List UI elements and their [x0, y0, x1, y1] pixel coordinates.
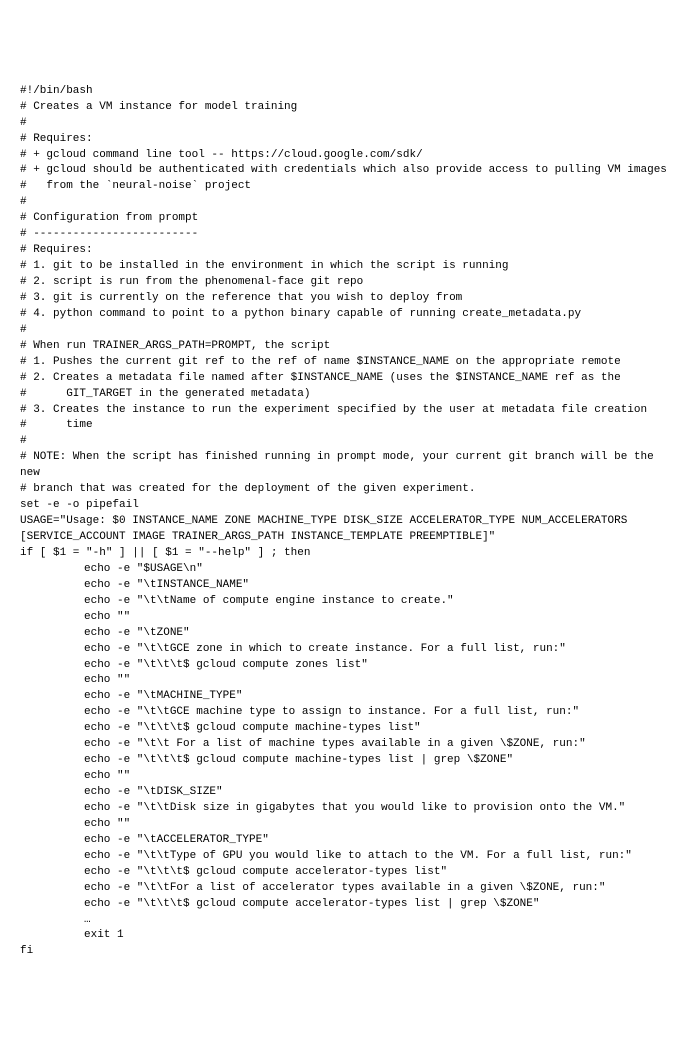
code-line: # -------------------------	[20, 227, 680, 243]
code-line: echo -e "\tACCELERATOR_TYPE"	[20, 833, 680, 849]
code-line: exit 1	[20, 928, 680, 944]
code-line: # + gcloud should be authenticated with …	[20, 163, 680, 179]
code-line: # 3. git is currently on the reference t…	[20, 291, 680, 307]
code-line: # GIT_TARGET in the generated metadata)	[20, 387, 680, 403]
code-line: echo -e "\t\tName of compute engine inst…	[20, 594, 680, 610]
code-line: echo -e "\tZONE"	[20, 626, 680, 642]
code-line: set -e -o pipefail	[20, 498, 680, 514]
code-line: # time	[20, 418, 680, 434]
code-line: echo -e "\t\t\t$ gcloud compute accelera…	[20, 865, 680, 881]
code-line: echo -e "\t\t For a list of machine type…	[20, 737, 680, 753]
code-line: echo -e "$USAGE\n"	[20, 562, 680, 578]
code-line: # + gcloud command line tool -- https://…	[20, 148, 680, 164]
code-line: #	[20, 195, 680, 211]
code-line: echo -e "\t\tType of GPU you would like …	[20, 849, 680, 865]
code-line: # NOTE: When the script has finished run…	[20, 450, 680, 482]
code-line: USAGE="Usage: $0 INSTANCE_NAME ZONE MACH…	[20, 514, 680, 546]
code-line: echo -e "\t\tGCE zone in which to create…	[20, 642, 680, 658]
code-line: # When run TRAINER_ARGS_PATH=PROMPT, the…	[20, 339, 680, 355]
code-line: # 1. Pushes the current git ref to the r…	[20, 355, 680, 371]
code-line: echo -e "\t\t\t$ gcloud compute machine-…	[20, 753, 680, 769]
code-line: echo -e "\tDISK_SIZE"	[20, 785, 680, 801]
code-line: # Creates a VM instance for model traini…	[20, 100, 680, 116]
code-line: echo -e "\t\t\t$ gcloud compute machine-…	[20, 721, 680, 737]
code-line: echo ""	[20, 673, 680, 689]
code-line: echo -e "\t\t\t$ gcloud compute accelera…	[20, 897, 680, 913]
code-line: # from the `neural-noise` project	[20, 179, 680, 195]
code-line: echo ""	[20, 610, 680, 626]
code-line: #	[20, 323, 680, 339]
code-line: # branch that was created for the deploy…	[20, 482, 680, 498]
code-line: #	[20, 434, 680, 450]
code-line: # 2. Creates a metadata file named after…	[20, 371, 680, 387]
code-line: # 2. script is run from the phenomenal-f…	[20, 275, 680, 291]
code-line: if [ $1 = "-h" ] || [ $1 = "--help" ] ; …	[20, 546, 680, 562]
code-line: echo ""	[20, 817, 680, 833]
code-line: fi	[20, 944, 680, 960]
code-line: # Configuration from prompt	[20, 211, 680, 227]
code-line: echo ""	[20, 769, 680, 785]
code-line: echo -e "\t\tDisk size in gigabytes that…	[20, 801, 680, 817]
code-line: #!/bin/bash	[20, 84, 680, 100]
code-line: echo -e "\tMACHINE_TYPE"	[20, 689, 680, 705]
code-line: echo -e "\t\tGCE machine type to assign …	[20, 705, 680, 721]
code-line: # 1. git to be installed in the environm…	[20, 259, 680, 275]
code-line: echo -e "\t\tFor a list of accelerator t…	[20, 881, 680, 897]
code-line: …	[20, 913, 680, 929]
code-line: # 4. python command to point to a python…	[20, 307, 680, 323]
code-line: echo -e "\t\t\t$ gcloud compute zones li…	[20, 658, 680, 674]
code-line: #	[20, 116, 680, 132]
code-line: echo -e "\tINSTANCE_NAME"	[20, 578, 680, 594]
code-line: # Requires:	[20, 132, 680, 148]
code-line: # 3. Creates the instance to run the exp…	[20, 403, 680, 419]
code-block: #!/bin/bash# Creates a VM instance for m…	[20, 84, 680, 961]
code-line: # Requires:	[20, 243, 680, 259]
